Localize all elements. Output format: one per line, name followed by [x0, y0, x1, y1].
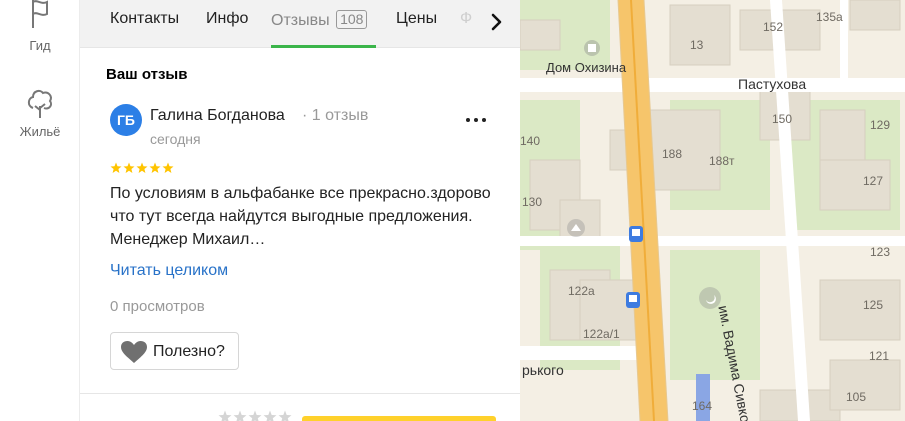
divider: [80, 393, 520, 394]
house-number: 125: [863, 298, 884, 312]
house-number: 127: [863, 174, 884, 188]
house-number: 152: [763, 20, 784, 34]
house-number: 129: [870, 118, 891, 132]
rail-housing-button[interactable]: Жильё: [0, 88, 80, 139]
bus-stop-icon: [626, 292, 640, 308]
star-icon: [110, 162, 122, 173]
bus-stop-icon: [629, 226, 643, 242]
review-views: 0 просмотров: [110, 298, 205, 315]
rail-guide-label: Гид: [29, 38, 51, 53]
house-number: 122а: [568, 284, 595, 298]
more-options-icon[interactable]: [464, 110, 488, 130]
tab-reviews[interactable]: Отзывы 108: [271, 10, 368, 30]
write-review-button[interactable]: [302, 416, 496, 421]
tab-contacts[interactable]: Контакты: [110, 10, 179, 28]
rail-housing-label: Жильё: [19, 124, 61, 139]
star-icon: [149, 162, 161, 173]
your-review-title: Ваш отзыв: [106, 66, 188, 83]
avatar[interactable]: ГБ: [110, 104, 142, 136]
review-author-name[interactable]: Галина Богданова: [150, 107, 285, 125]
review-text: По условиям в альфабанке все прекрасно.з…: [110, 185, 491, 248]
reviews-count-badge: 108: [336, 10, 368, 29]
house-number: 188: [662, 147, 683, 161]
left-rail: Гид Жильё: [0, 0, 80, 421]
tab-bar: Контакты Инфо Отзывы 108 Цены Ф: [80, 0, 520, 48]
house-number: 164: [692, 399, 713, 413]
rail-guide-button[interactable]: Гид: [0, 0, 80, 53]
house-number: 140: [520, 134, 541, 148]
active-tab-indicator: [271, 45, 376, 48]
tab-photos-partial[interactable]: Ф: [460, 10, 472, 28]
house-number: 123: [870, 245, 891, 259]
helpful-label: Полезно?: [153, 343, 225, 360]
house-number: 122а/1: [583, 327, 620, 341]
building-marker-icon: [584, 40, 600, 56]
helpful-button[interactable]: Полезно?: [110, 332, 239, 370]
heart-icon: [121, 341, 147, 363]
tree-icon: [27, 89, 53, 118]
rate-stars-input[interactable]: [218, 410, 294, 421]
review-rating-stars: [110, 162, 174, 173]
organization-panel: Контакты Инфо Отзывы 108 Цены Ф Ваш отзы…: [80, 0, 520, 421]
house-number: 13: [690, 38, 704, 52]
house-number: 130: [522, 195, 543, 209]
house-number: 188т: [709, 154, 735, 168]
house-number: 150: [772, 112, 793, 126]
read-more-link[interactable]: Читать целиком: [110, 262, 228, 280]
street-label-gorkogo: рького: [522, 362, 564, 378]
house-number: 135а: [816, 10, 843, 24]
flag-icon: [32, 0, 48, 28]
street-label-pastukhova: Пастухова: [738, 76, 807, 92]
review-author-count: · 1 отзыв: [302, 107, 369, 124]
chevron-right-icon[interactable]: [484, 10, 508, 34]
house-number: 105: [846, 390, 867, 404]
house-number: 121: [869, 349, 890, 363]
map[interactable]: Дом Охизина Пастухова им. Вадима Сивкова…: [520, 0, 905, 421]
star-icon: [162, 162, 174, 173]
star-icon: [123, 162, 135, 173]
poi-label-dom-okhizina[interactable]: Дом Охизина: [546, 60, 626, 75]
star-icon: [136, 162, 148, 173]
tab-info[interactable]: Инфо: [206, 10, 248, 28]
tab-prices[interactable]: Цены: [396, 10, 437, 28]
religious-marker-icon: [567, 219, 585, 237]
review-date: сегодня: [150, 131, 201, 147]
tab-reviews-label: Отзывы: [271, 12, 330, 29]
